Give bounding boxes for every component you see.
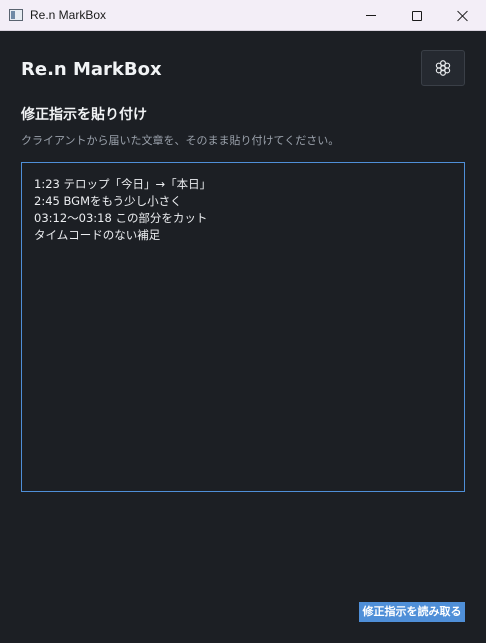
gear-icon <box>435 60 451 76</box>
app-window-icon <box>9 9 23 21</box>
maximize-button[interactable] <box>394 0 440 31</box>
close-button[interactable] <box>440 0 486 31</box>
app-title: Re.n MarkBox <box>21 59 162 80</box>
settings-button[interactable] <box>421 50 465 86</box>
read-instructions-button[interactable]: 修正指示を読み取る <box>359 602 465 622</box>
window-titlebar[interactable]: Re.n MarkBox <box>0 0 486 31</box>
window-title: Re.n MarkBox <box>30 8 107 22</box>
maximize-icon <box>412 10 422 21</box>
section-hint: クライアントから届いた文章を、そのまま貼り付けてください。 <box>21 134 340 147</box>
close-icon <box>457 10 469 22</box>
section-heading: 修正指示を貼り付け <box>21 107 147 123</box>
minimize-icon <box>366 15 376 16</box>
paste-textarea[interactable]: 1:23 テロップ「今日」→「本日」 2:45 BGMをもう少し小さく 03:1… <box>21 162 465 492</box>
minimize-button[interactable] <box>348 0 394 31</box>
